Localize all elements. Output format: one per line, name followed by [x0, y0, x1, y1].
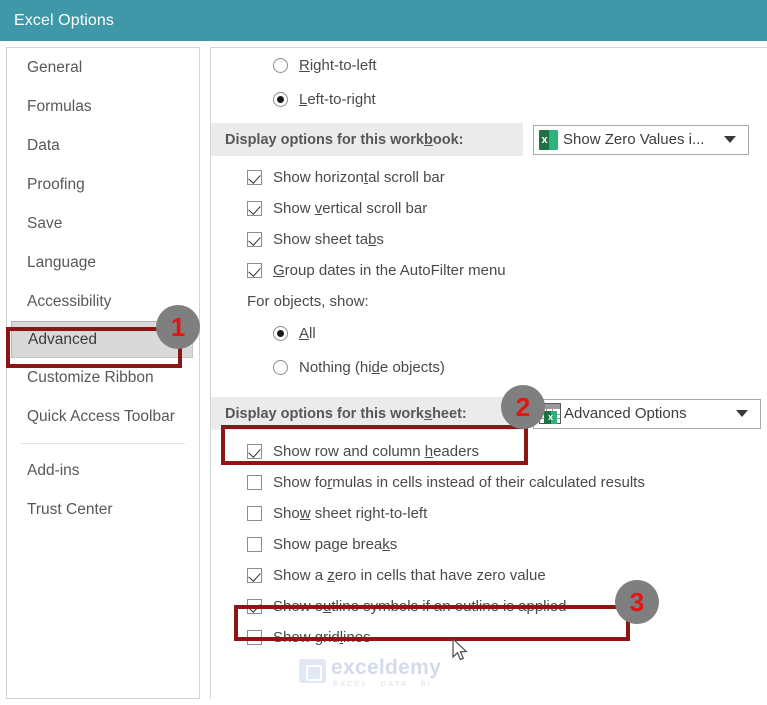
worksheet-section-label: Display options for this worksheet: [225, 405, 467, 422]
worksheet-display-options-section: Display options for this worksheet: x Ad… [211, 397, 767, 430]
options-content-pane: Right-to-left Left-to-right Display opti… [210, 47, 767, 699]
checkbox-indicator[interactable] [247, 630, 262, 645]
chevron-down-icon[interactable] [724, 136, 736, 143]
radio-right-to-left-label: Right-to-left [299, 56, 377, 74]
checkbox-label: Show gridlines [273, 629, 371, 646]
radio-objects-nothing-label: Nothing (hide objects) [299, 358, 445, 376]
sidebar-item-add-ins[interactable]: Add-ins [7, 451, 199, 490]
chevron-down-icon-2[interactable] [736, 410, 748, 417]
checkbox-indicator[interactable] [247, 475, 262, 490]
sidebar-item-label: Add-ins [27, 462, 80, 479]
radio-left-to-right-label: Left-to-right [299, 90, 376, 108]
checkbox-label: Show a zero in cells that have zero valu… [273, 567, 546, 584]
checkbox-show-outline-symbols-if-an[interactable]: Show outline symbols if an outline is ap… [211, 591, 767, 622]
checkbox-show-sheet-tabs[interactable]: Show sheet tabs [211, 224, 767, 255]
checkbox-indicator[interactable] [247, 201, 262, 216]
sidebar-item-label: Formulas [27, 98, 92, 115]
sidebar-item-general[interactable]: General [7, 48, 199, 87]
step-badge-3: 3 [615, 580, 659, 624]
workbook-display-options-section: Display options for this workbook: x Sho… [211, 123, 767, 156]
step-badge-1: 1 [156, 305, 200, 349]
checkbox-indicator[interactable] [247, 170, 262, 185]
sidebar-item-trust-center[interactable]: Trust Center [7, 490, 199, 529]
excel-options-dialog: Excel Options General Formulas Data Proofin… [0, 0, 767, 705]
worksheet-select-value: Advanced Options [564, 405, 687, 422]
sidebar-item-label: Save [27, 215, 63, 232]
checkbox-label: Show row and column headers [273, 443, 479, 460]
checkbox-label: Show vertical scroll bar [273, 200, 428, 217]
checkbox-label: Show page breaks [273, 536, 398, 553]
sidebar-item-language[interactable]: Language [7, 243, 199, 282]
checkbox-show-gridlines[interactable]: Show gridlines [211, 622, 767, 653]
sidebar-item-label: Data [27, 137, 60, 154]
sidebar-item-label: Quick Access Toolbar [27, 408, 175, 425]
checkbox-show-sheet-right-to-left[interactable]: Show sheet right-to-left [211, 498, 767, 529]
checkbox-label: Group dates in the AutoFilter menu [273, 262, 506, 279]
checkbox-show-page-breaks[interactable]: Show page breaks [211, 529, 767, 560]
checkbox-label: Show sheet tabs [273, 231, 384, 248]
workbook-select-value: Show Zero Values i... [563, 131, 705, 148]
sidebar-item-formulas[interactable]: Formulas [7, 87, 199, 126]
radio-objects-all-label: All [299, 324, 316, 342]
sidebar-item-quick-access-toolbar[interactable]: Quick Access Toolbar [7, 397, 199, 436]
radio-right-to-left-indicator[interactable] [273, 57, 288, 73]
for-objects-show-label: For objects, show: [247, 292, 369, 310]
checkbox-label: Show outline symbols if an outline is ap… [273, 598, 567, 615]
checkbox-indicator[interactable] [247, 506, 262, 521]
sidebar-item-label: Trust Center [27, 501, 113, 518]
worksheet-select[interactable]: x Advanced Options [533, 398, 761, 429]
checkbox-label: Show formulas in cells instead of their … [273, 474, 645, 491]
dialog-title: Excel Options [14, 11, 115, 29]
checkbox-show-a-zero-in-cells[interactable]: Show a zero in cells that have zero valu… [211, 560, 767, 591]
sidebar-separator [21, 443, 185, 444]
checkbox-show-row-and-column-headers[interactable]: Show row and column headers [211, 436, 767, 467]
radio-objects-all[interactable]: All [211, 316, 767, 350]
options-category-sidebar[interactable]: General Formulas Data Proofing Save Language A… [6, 47, 200, 699]
checkbox-indicator[interactable] [247, 444, 262, 459]
checkbox-show-formulas-in-cells-instead[interactable]: Show formulas in cells instead of their … [211, 467, 767, 498]
sidebar-item-data[interactable]: Data [7, 126, 199, 165]
checkbox-indicator[interactable] [247, 568, 262, 583]
dialog-titlebar: Excel Options [0, 0, 767, 41]
checkbox-indicator[interactable] [247, 537, 262, 552]
sidebar-item-customize-ribbon[interactable]: Customize Ribbon [7, 358, 199, 397]
checkbox-indicator[interactable] [247, 232, 262, 247]
worksheet-section-label-band: Display options for this worksheet: [211, 397, 523, 430]
radio-right-to-left[interactable]: Right-to-left [211, 48, 767, 82]
sidebar-item-label: General [27, 59, 83, 76]
radio-objects-nothing[interactable]: Nothing (hide objects) [211, 350, 767, 384]
checkbox-show-horizontal-scroll-bar[interactable]: Show horizontal scroll bar [211, 162, 767, 193]
checkbox-show-vertical-scroll-bar[interactable]: Show vertical scroll bar [211, 193, 767, 224]
sidebar-item-label: Language [27, 254, 96, 271]
checkbox-indicator[interactable] [247, 599, 262, 614]
radio-left-to-right[interactable]: Left-to-right [211, 82, 767, 116]
checkbox-label: Show sheet right-to-left [273, 505, 428, 522]
radio-left-to-right-indicator[interactable] [273, 91, 288, 107]
sidebar-item-label: Proofing [27, 176, 85, 193]
workbook-section-label: Display options for this workbook: [225, 131, 464, 148]
sidebar-item-save[interactable]: Save [7, 204, 199, 243]
workbook-section-label-band: Display options for this workbook: [211, 123, 523, 156]
sidebar-item-label: Accessibility [27, 293, 112, 310]
sidebar-item-label: Customize Ribbon [27, 369, 154, 386]
excel-workbook-icon: x [539, 129, 558, 150]
step-badge-2: 2 [501, 385, 545, 429]
radio-objects-nothing-indicator[interactable] [273, 359, 288, 375]
checkbox-indicator[interactable] [247, 263, 262, 278]
sidebar-item-proofing[interactable]: Proofing [7, 165, 199, 204]
for-objects-show-group-label-row: For objects, show: [211, 286, 767, 316]
checkbox-group-dates-in-the-autofilter[interactable]: Group dates in the AutoFilter menu [211, 255, 767, 286]
sidebar-item-label: Advanced [28, 331, 97, 348]
workbook-select[interactable]: x Show Zero Values i... [533, 124, 749, 155]
radio-objects-all-indicator[interactable] [273, 325, 288, 341]
checkbox-label: Show horizontal scroll bar [273, 169, 445, 186]
